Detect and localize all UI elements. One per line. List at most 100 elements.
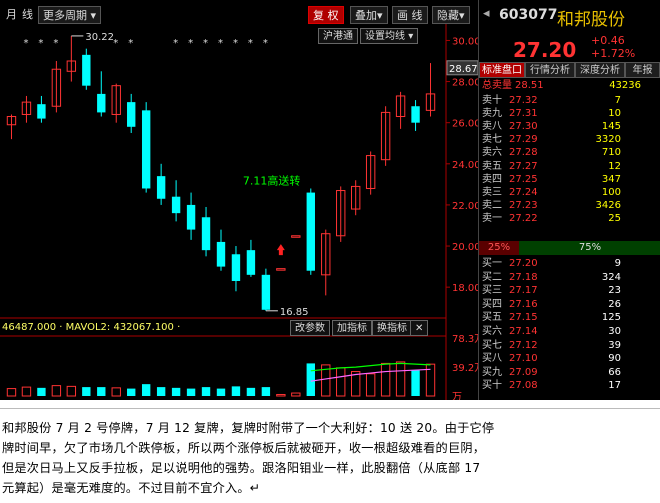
close-icon[interactable]: ✕ [410, 320, 429, 336]
event-marker-icon: * [128, 38, 133, 49]
order-volume: 347 [601, 173, 621, 185]
buy-ratio: 75% [519, 241, 660, 255]
order-price: 27.20 [509, 258, 538, 269]
volume-bar [246, 387, 256, 396]
sell-order-row: 卖四 27.25 347 [479, 174, 660, 186]
order-level-label: 买一 [482, 258, 502, 269]
add-indicator-button[interactable]: 加指标 [332, 320, 372, 336]
order-price: 27.27 [509, 160, 538, 172]
order-volume: 66 [608, 366, 621, 378]
set-ma-label: 设置均线 [365, 31, 405, 42]
order-volume: 145 [601, 121, 621, 133]
event-marker-icon: * [23, 38, 28, 49]
period-line-button[interactable]: 线 [18, 6, 37, 24]
order-price: 27.23 [509, 199, 538, 211]
volume-bar [82, 387, 91, 396]
high-label: 30.22 [85, 32, 114, 43]
overlay-dropdown[interactable]: 叠加▾ [350, 6, 388, 24]
tab-analysis[interactable]: 行情分析 [525, 62, 575, 78]
chart-area: 30.00 28.00 26.00 24.00 22.00 20.00 18.00 28.67… [0, 24, 478, 400]
buy-order-row: 买十 27.08 17 [479, 380, 660, 392]
order-volume: 7 [614, 95, 621, 106]
order-volume: 12 [608, 160, 621, 172]
tab-annual-report[interactable]: 年报 [625, 62, 660, 78]
order-price: 27.24 [509, 186, 538, 198]
commentary-line: 和邦股份 7 月 2 号停牌，7 月 12 复牌，复牌时附带了一个大利好：10 … [2, 421, 495, 435]
order-price: 27.30 [509, 121, 538, 133]
order-volume: 125 [601, 312, 621, 324]
order-volume: 17 [608, 380, 621, 392]
change-params-button[interactable]: 改参数 [290, 320, 330, 336]
order-price: 27.29 [509, 134, 538, 146]
order-level-label: 卖四 [482, 173, 502, 185]
order-price: 27.25 [509, 173, 538, 185]
stock-code: 603077 [499, 7, 558, 23]
sell-order-row: 卖三 27.24 100 [479, 187, 660, 199]
volume-bar [141, 384, 151, 396]
draw-line-button[interactable]: 画 线 [392, 6, 428, 24]
chart-toolbar: 月 线 更多周期 ▾ 复 权 叠加▾ 画 线 隐藏▾ [0, 4, 478, 26]
set-ma-dropdown[interactable]: 设置均线 ▾ [360, 28, 419, 44]
change-percent: +1.72% [591, 47, 636, 60]
hk-connect-button[interactable]: 沪港通 [318, 28, 358, 44]
order-volume: 30 [608, 326, 621, 337]
arrow-left-icon[interactable]: ◂ [483, 6, 490, 21]
restore-button[interactable]: 复 权 [308, 6, 344, 24]
order-level-label: 买七 [482, 339, 502, 351]
order-ratio-bar: 25% 75% [479, 241, 660, 255]
more-period-dropdown[interactable]: 更多周期 ▾ [38, 6, 102, 24]
buy-order-row: 买六 27.14 30 [479, 326, 660, 338]
order-price: 27.15 [509, 312, 538, 324]
tab-standard[interactable]: 标准盘口 [479, 62, 525, 78]
candle-body [97, 93, 106, 113]
order-level-label: 买五 [482, 312, 502, 324]
switch-indicator-button[interactable]: 换指标 [372, 320, 412, 336]
volume-bar [411, 370, 420, 396]
overlay-label: 叠加 [355, 9, 377, 22]
buy-order-row: 买五 27.15 125 [479, 312, 660, 324]
order-price: 27.17 [509, 285, 538, 297]
volume-tick-label: 万 [452, 392, 462, 400]
order-price: 27.14 [509, 326, 538, 337]
sell-order-row: 卖九 27.31 10 [479, 108, 660, 120]
chevron-down-icon: ▾ [408, 31, 414, 42]
order-volume: 23 [608, 285, 621, 297]
sell-order-row: 卖八 27.30 145 [479, 121, 660, 133]
y-tick-label: 20.00 [452, 242, 478, 253]
order-level-label: 卖七 [482, 134, 502, 146]
candle-body [156, 176, 166, 199]
quote-panel: ◂ 603077 和邦股份 27.20 +0.46 +1.72% 标准盘口 行情… [478, 0, 660, 400]
order-level-label: 买三 [482, 285, 502, 297]
volume-bar [97, 387, 106, 396]
volume-bar [306, 363, 315, 396]
buy-order-row: 买七 27.12 39 [479, 340, 660, 352]
split-annotation: 7.11高送转 [243, 173, 301, 187]
tab-deep-analysis[interactable]: 深度分析 [575, 62, 625, 78]
volume-bar [336, 367, 346, 397]
buy-order-row: 买八 27.10 90 [479, 353, 660, 365]
order-price: 27.09 [509, 366, 538, 378]
order-level-label: 卖二 [482, 199, 502, 211]
total-sell-volume: 43236 [609, 80, 641, 91]
volume-tick-label: 39.2万 [452, 363, 478, 374]
candle-body [291, 235, 301, 238]
total-sell-label: 总卖量 [482, 80, 512, 91]
hide-dropdown[interactable]: 隐藏▾ [432, 6, 470, 24]
order-level-label: 卖三 [482, 186, 502, 198]
volume-bar [276, 394, 286, 397]
y-tick-label: 28.00 [452, 78, 478, 89]
quote-tabs: 标准盘口 行情分析 深度分析 年报 [479, 62, 660, 78]
order-price: 27.08 [509, 380, 538, 392]
order-level-label: 买二 [482, 271, 502, 283]
order-volume: 3426 [595, 199, 621, 211]
chevron-down-icon: ▾ [90, 9, 97, 22]
event-marker-icon: * [188, 38, 193, 49]
buy-order-row: 买二 27.18 324 [479, 272, 660, 284]
candle-body [231, 254, 241, 281]
y-tick-label: 22.00 [452, 201, 478, 212]
order-level-label: 卖一 [482, 212, 502, 224]
order-level-label: 买四 [482, 298, 502, 310]
chevron-down-icon: ▾ [377, 9, 383, 22]
stock-name: 和邦股份 [557, 10, 625, 30]
volume-bar [201, 387, 211, 396]
